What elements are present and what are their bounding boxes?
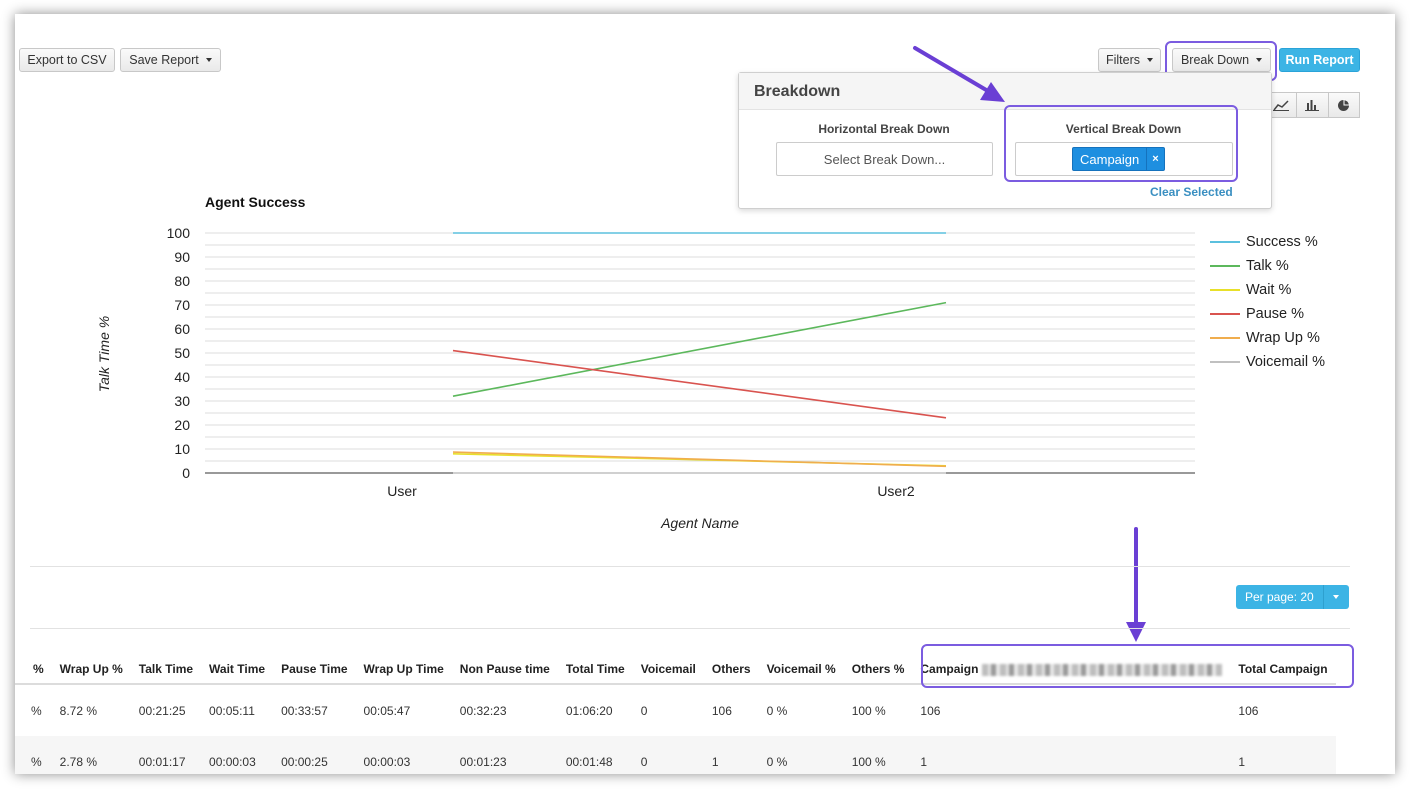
column-header-label: Wait Time	[209, 662, 266, 676]
column-header-label: Voicemail %	[766, 662, 836, 676]
column-header[interactable]: Pause Time	[273, 655, 356, 685]
table-row: % 2.78 % 00:01:17 00:00:03 00:00:25 00:00:03 0…	[15, 736, 1336, 774]
section-divider	[30, 566, 1350, 567]
column-header-label: Others	[711, 662, 751, 676]
table-cell: 00:33:57	[281, 703, 328, 718]
campaign-column-highlight-box	[921, 644, 1354, 688]
column-header[interactable]: %	[15, 655, 52, 685]
table-cell: 00:01:48	[557, 736, 633, 774]
column-header[interactable]: Wrap Up %	[51, 655, 131, 685]
column-header-label: Others %	[851, 662, 905, 676]
table-cell: %	[15, 736, 52, 774]
table-cell: 2.78 %	[51, 736, 131, 774]
table-cell: 0 %	[766, 703, 788, 718]
annotation-arrowhead-1	[980, 82, 1005, 102]
column-header[interactable]: Non Pause time	[451, 655, 558, 685]
column-header[interactable]: Voicemail %	[758, 655, 844, 685]
column-header-label: %	[33, 662, 44, 676]
column-header-label: Total Time	[565, 662, 625, 676]
table-cell: 00:21:25	[138, 703, 186, 718]
annotation-arrowhead-2	[1126, 622, 1146, 642]
table-cell: 00:01:23	[451, 736, 558, 774]
column-header-label: Wrap Up Time	[363, 662, 444, 676]
column-header[interactable]: Total Time	[557, 655, 633, 685]
column-header[interactable]: Voicemail	[632, 655, 704, 685]
section-divider	[30, 628, 1350, 629]
chevron-down-icon	[1333, 595, 1340, 599]
column-header[interactable]: Wait Time	[201, 655, 274, 685]
table-cell: 00:05:47	[363, 703, 411, 718]
column-header-label: Non Pause time	[459, 662, 550, 676]
table-cell: 00:01:17	[130, 736, 202, 774]
table-cell: 00:00:03	[355, 736, 452, 774]
table-cell: 100 %	[851, 703, 886, 718]
table-cell: 106	[711, 703, 732, 718]
table-cell: 0 %	[758, 736, 844, 774]
table-cell: 8.72 %	[59, 703, 98, 718]
table-cell: 00:00:25	[273, 736, 356, 774]
column-header[interactable]: Others	[703, 655, 759, 685]
table-cell: 01:06:20	[565, 703, 613, 718]
table-cell: 00:32:23	[459, 703, 507, 718]
table-cell: 106	[1238, 703, 1259, 718]
column-header-label: Talk Time	[138, 662, 194, 676]
column-header[interactable]: Wrap Up Time	[355, 655, 452, 685]
per-page-label: Per page: 20	[1236, 585, 1323, 609]
table-cell: 0	[640, 703, 648, 718]
table-cell: 00:05:11	[209, 703, 255, 718]
per-page-dropdown[interactable]: Per page: 20	[1236, 585, 1349, 609]
column-header-label: Pause Time	[281, 662, 348, 676]
table-row: % 8.72 % 00:21:25 00:05:11 00:33:57 00:05:47 0…	[15, 684, 1336, 736]
per-page-caret[interactable]	[1322, 585, 1349, 609]
annotation-arrow-1	[913, 46, 995, 96]
table-cell: 1	[912, 736, 1231, 774]
column-header-label: Wrap Up %	[59, 662, 123, 676]
table-cell: 00:00:03	[201, 736, 274, 774]
table-cell: 1	[1230, 736, 1336, 774]
table-cell: %	[31, 703, 42, 718]
column-header[interactable]: Others %	[843, 655, 913, 685]
report-window: Export to CSV Save Report Filters Break …	[15, 14, 1395, 774]
column-header[interactable]: Talk Time	[130, 655, 202, 685]
column-header-label: Voicemail	[640, 662, 696, 676]
table-cell: 100 %	[843, 736, 913, 774]
table-cell: 0	[632, 736, 704, 774]
table-cell: 106	[920, 703, 941, 718]
table-cell: 1	[703, 736, 759, 774]
